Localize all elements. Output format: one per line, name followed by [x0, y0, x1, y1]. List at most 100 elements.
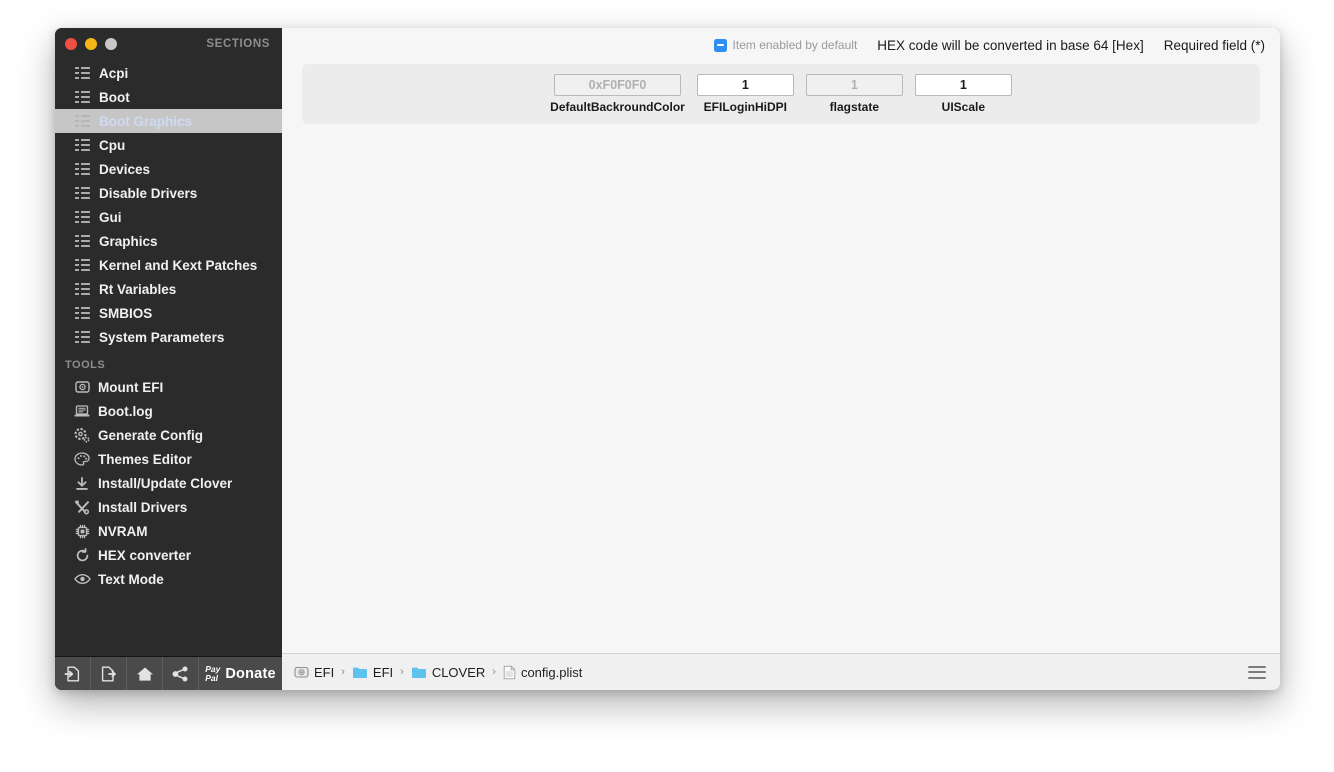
sidebar-item-boot[interactable]: Boot — [55, 85, 282, 109]
donate-button[interactable]: Pay Pal Donate — [199, 657, 282, 690]
flagstate-label: flagstate — [829, 100, 880, 114]
tool-item-mount-efi[interactable]: Mount EFI — [55, 375, 282, 399]
tool-item-label: Mount EFI — [98, 379, 164, 395]
folder-icon — [352, 667, 367, 678]
gear-icon — [73, 427, 91, 443]
breadcrumb: EFI › EFI › CLOVER › config.plist — [294, 665, 582, 680]
sidebar-item-cpu[interactable]: Cpu — [55, 133, 282, 157]
import-button[interactable] — [55, 657, 91, 690]
breadcrumb-item-efi-folder[interactable]: EFI — [352, 665, 393, 680]
list-icon — [75, 283, 90, 295]
chip-icon — [73, 523, 91, 539]
sections-header: SECTIONS — [206, 38, 270, 50]
breadcrumb-separator: › — [400, 666, 404, 678]
breadcrumb-label: EFI — [314, 664, 335, 680]
ui-scale-input[interactable]: 1 — [914, 74, 1012, 96]
palette-icon — [73, 451, 91, 467]
refresh-icon — [73, 547, 91, 563]
tool-item-generate-config[interactable]: Generate Config — [55, 423, 282, 447]
disk-icon — [73, 379, 91, 395]
field-default-backround-color: 0xF0F0F0 DefaultBackroundColor — [550, 74, 685, 114]
breadcrumb-item-config-plist[interactable]: config.plist — [503, 665, 582, 680]
sidebar-item-graphics[interactable]: Graphics — [55, 229, 282, 253]
list-icon — [75, 331, 90, 343]
app-window: SECTIONS Acpi Boot Boot Graphics Cpu Dev… — [55, 28, 1280, 690]
breadcrumb-label: EFI — [372, 664, 394, 680]
default-backround-color-input[interactable]: 0xF0F0F0 — [554, 74, 681, 96]
tool-item-label: Themes Editor — [98, 451, 192, 467]
tool-item-label: Generate Config — [98, 427, 204, 443]
checkbox-indeterminate-icon — [713, 38, 727, 52]
content-area: 0xF0F0F0 DefaultBackroundColor 1 EFILogi… — [282, 62, 1280, 653]
sidebar-scroll-area[interactable]: Acpi Boot Boot Graphics Cpu Devices Disa… — [55, 60, 282, 656]
tools-header: TOOLS — [65, 359, 106, 371]
sidebar-item-label: SMBIOS — [99, 305, 153, 321]
list-icon — [75, 115, 90, 127]
paypal-line-2: Pal — [205, 672, 219, 683]
sidebar-item-rt-variables[interactable]: Rt Variables — [55, 277, 282, 301]
sidebar-item-kernel-and-kext-patches[interactable]: Kernel and Kext Patches — [55, 253, 282, 277]
sidebar-item-smbios[interactable]: SMBIOS — [55, 301, 282, 325]
sidebar-item-devices[interactable]: Devices — [55, 157, 282, 181]
home-button[interactable] — [127, 657, 163, 690]
tool-item-label: Boot.log — [98, 403, 153, 419]
hamburger-icon[interactable] — [1248, 665, 1266, 679]
share-button[interactable] — [163, 657, 199, 690]
tool-item-label: NVRAM — [98, 523, 148, 539]
zoom-button[interactable] — [105, 38, 117, 50]
folder-icon — [411, 667, 426, 678]
sidebar-item-disable-drivers[interactable]: Disable Drivers — [55, 181, 282, 205]
titlebar: SECTIONS — [55, 28, 282, 60]
efi-login-hidpi-input[interactable]: 1 — [696, 74, 794, 96]
tool-item-install-update-clover[interactable]: Install/Update Clover — [55, 471, 282, 495]
list-icon — [75, 139, 90, 151]
tool-item-nvram[interactable]: NVRAM — [55, 519, 282, 543]
sidebar-item-label: Gui — [99, 209, 122, 225]
export-button[interactable] — [91, 657, 127, 690]
sidebar-item-label: Kernel and Kext Patches — [99, 257, 258, 273]
efi-login-hidpi-label: EFILoginHiDPI — [703, 100, 787, 114]
list-icon — [75, 67, 90, 79]
tool-item-install-drivers[interactable]: Install Drivers — [55, 495, 282, 519]
donate-label: Donate — [225, 665, 276, 682]
tool-item-text-mode[interactable]: Text Mode — [55, 567, 282, 591]
sidebar-item-acpi[interactable]: Acpi — [55, 61, 282, 85]
eye-icon — [73, 571, 91, 587]
sidebar-item-label: Boot Graphics — [99, 113, 193, 129]
main-content: Item enabled by default HEX code will be… — [282, 28, 1280, 690]
tool-item-boot-log[interactable]: Boot.log — [55, 399, 282, 423]
list-icon — [75, 91, 90, 103]
list-icon — [75, 187, 90, 199]
sidebar-item-label: Graphics — [99, 233, 158, 249]
field-panel: 0xF0F0F0 DefaultBackroundColor 1 EFILogi… — [302, 64, 1260, 124]
breadcrumb-separator: › — [341, 666, 345, 678]
breadcrumb-label: CLOVER — [431, 664, 486, 680]
default-backround-color-label: DefaultBackroundColor — [550, 100, 685, 114]
sidebar-item-label: Rt Variables — [99, 281, 177, 297]
sidebar-item-gui[interactable]: Gui — [55, 205, 282, 229]
sidebar-item-system-parameters[interactable]: System Parameters — [55, 325, 282, 349]
field-ui-scale: 1 UIScale — [914, 74, 1012, 114]
paypal-logo: Pay Pal — [205, 664, 220, 683]
sidebar-item-label: Acpi — [99, 65, 129, 81]
document-icon — [503, 665, 516, 679]
list-icon — [75, 235, 90, 247]
close-button[interactable] — [65, 38, 77, 50]
sidebar-item-boot-graphics[interactable]: Boot Graphics — [55, 109, 282, 133]
window-body: SECTIONS Acpi Boot Boot Graphics Cpu Dev… — [55, 28, 1280, 690]
legend-checkbox-note: Item enabled by default — [732, 38, 858, 52]
tool-item-label: Install Drivers — [98, 499, 188, 515]
list-icon — [75, 259, 90, 271]
tool-item-label: Text Mode — [98, 571, 164, 587]
statusbar: EFI › EFI › CLOVER › config.plist — [282, 653, 1280, 690]
breadcrumb-item-clover-folder[interactable]: CLOVER — [411, 665, 485, 680]
legend-hex-note: HEX code will be converted in base 64 [H… — [877, 37, 1144, 53]
flagstate-input[interactable]: 1 — [805, 74, 903, 96]
ui-scale-label: UIScale — [941, 100, 986, 114]
sidebar-item-label: Disable Drivers — [99, 185, 198, 201]
legend-bar: Item enabled by default HEX code will be… — [282, 28, 1280, 62]
tool-item-hex-converter[interactable]: HEX converter — [55, 543, 282, 567]
breadcrumb-item-efi-disk[interactable]: EFI — [294, 665, 334, 680]
minimize-button[interactable] — [85, 38, 97, 50]
tool-item-themes-editor[interactable]: Themes Editor — [55, 447, 282, 471]
